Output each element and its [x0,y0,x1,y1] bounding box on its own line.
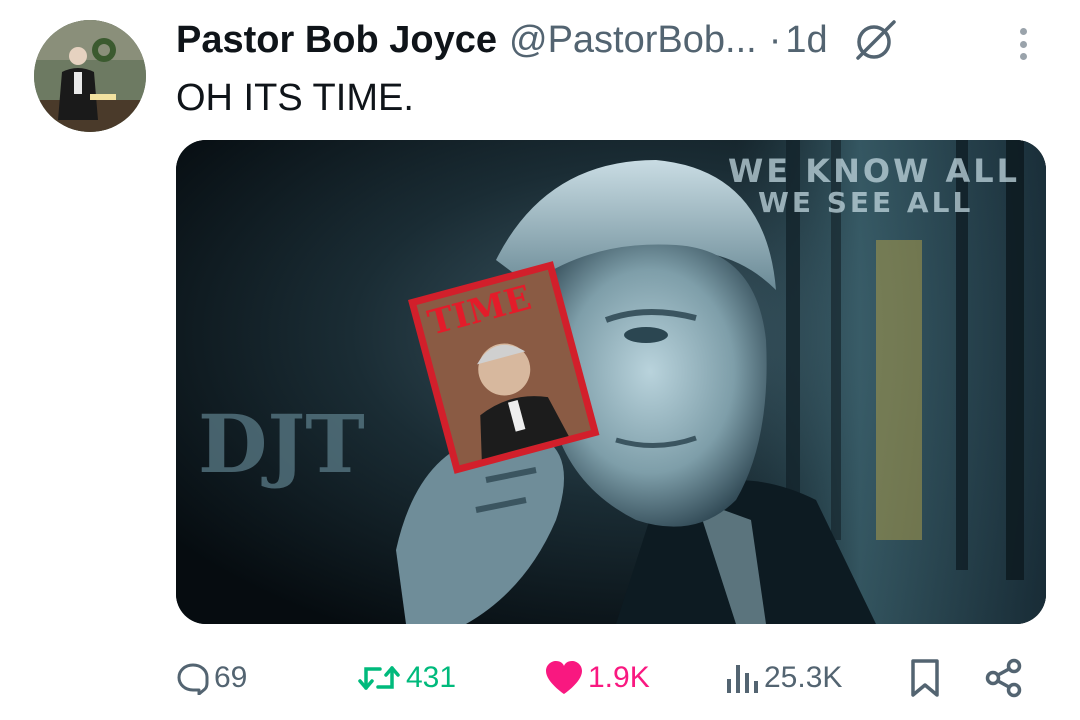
tweet-text: OH ITS TIME. [176,77,414,119]
tweet-media[interactable]: WE KNOW ALL WE SEE ALL DJT TIME [176,140,1046,624]
reply-icon [177,663,209,695]
tweet-header: Pastor Bob Joyce @PastorBob... · 1d [176,16,898,64]
repost-button[interactable]: 431 [356,650,456,706]
avatar-image [34,20,146,132]
like-count: 1.9K [588,661,650,694]
heart-icon [546,661,582,694]
more-icon[interactable] [1008,24,1038,64]
views-button[interactable]: 25.3K [724,650,842,706]
avatar[interactable] [34,20,146,132]
share-icon [985,658,1022,698]
overlay-text-line2: WE SEE ALL [758,186,973,219]
grok-icon[interactable] [854,18,898,62]
timestamp[interactable]: 1d [785,16,827,64]
separator-dot: · [768,19,782,61]
reply-count: 69 [214,661,248,694]
author-name[interactable]: Pastor Bob Joyce [176,16,497,64]
repost-count: 431 [406,661,457,694]
author-handle[interactable]: @PastorBob... [509,16,757,64]
tweet-actions: 69 431 1.9K 25.3K [176,650,1046,706]
media-image: WE KNOW ALL WE SEE ALL DJT TIME [176,140,1046,624]
like-button[interactable]: 1.9K [544,650,650,706]
overlay-text-line1: WE KNOW ALL [728,152,1020,190]
repost-icon [358,666,400,690]
bookmark-icon [911,659,939,697]
share-button[interactable] [984,650,1024,706]
views-count: 25.3K [764,661,843,694]
reply-button[interactable]: 69 [176,650,247,706]
views-icon [727,665,758,693]
bookmark-button[interactable] [908,650,942,706]
monogram-text: DJT [198,397,365,491]
